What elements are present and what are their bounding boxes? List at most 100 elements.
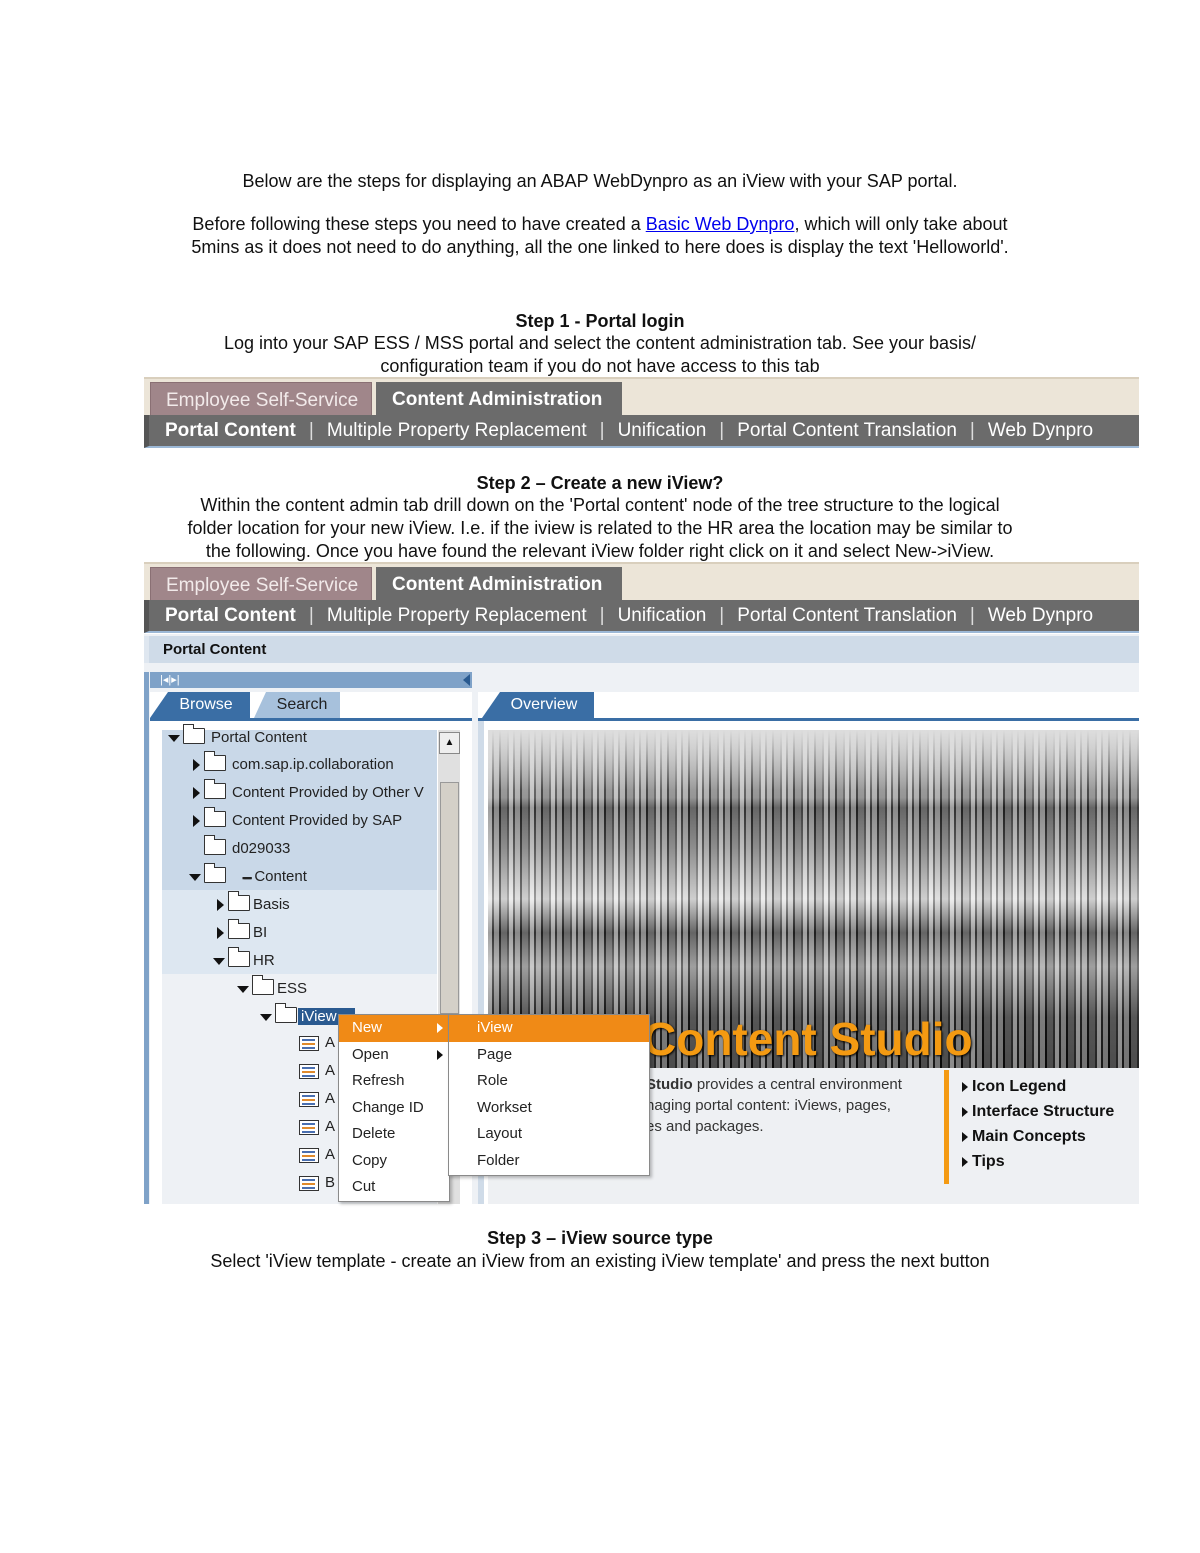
expanded-icon [260, 1013, 272, 1021]
tab-browse[interactable]: Browse [150, 692, 250, 718]
nav-unification[interactable]: Unification [618, 605, 707, 626]
tab-employee-self-service[interactable]: Employee Self-Service [150, 567, 372, 602]
collapsed-icon [193, 759, 200, 772]
submenu-item-folder[interactable]: Folder [449, 1148, 649, 1175]
tree-node[interactable]: Content Provided by Other V [193, 779, 436, 807]
scroll-thumb[interactable] [440, 782, 459, 1014]
nav-portal-content-translation[interactable]: Portal Content Translation [737, 605, 957, 626]
folder-icon [228, 919, 250, 940]
tab-employee-self-service[interactable]: Employee Self-Service [150, 382, 372, 417]
new-submenu: iView Page Role Workset Layout Folder [448, 1014, 650, 1176]
left-edge [144, 672, 149, 1204]
nav-portal-content[interactable]: Portal Content [165, 420, 296, 441]
nav-portal-content[interactable]: Portal Content [165, 605, 296, 626]
collapsed-icon [193, 787, 200, 800]
tab-content-administration[interactable]: Content Administration [376, 567, 622, 602]
nav-arrows-icon[interactable]: |◂|▸| [160, 674, 180, 686]
tree-item[interactable]: A [299, 1085, 335, 1113]
tree-node-portal-content[interactable]: Portal Content [168, 724, 307, 752]
scroll-up-icon[interactable]: ▲ [439, 732, 460, 754]
nav-web-dynpro[interactable]: Web Dynpro [988, 605, 1093, 626]
tree-node[interactable]: Basis [217, 891, 290, 919]
link-main-concepts[interactable]: Main Concepts [962, 1124, 1114, 1149]
folder-icon [252, 975, 274, 996]
description-line: es and packages. [646, 1118, 764, 1135]
description: Studio provides a central environment na… [646, 1074, 902, 1137]
tree-item[interactable]: A [299, 1057, 335, 1085]
nav-multiple-property-replacement[interactable]: Multiple Property Replacement [327, 420, 587, 441]
webdynpro-iview-icon [299, 1147, 319, 1163]
nav-web-dynpro[interactable]: Web Dynpro [988, 420, 1093, 441]
submenu-arrow-icon [437, 1023, 443, 1033]
separator: | [969, 605, 975, 626]
tree-item[interactable]: A [299, 1141, 335, 1169]
document-page: Below are the steps for displaying an AB… [0, 0, 1200, 1553]
link-tips[interactable]: Tips [962, 1149, 1114, 1174]
step3-text: Select 'iView template - create an iView… [210, 1251, 990, 1271]
top-tab-bar: Employee Self-Service Content Administra… [144, 562, 1139, 602]
submenu-item-page[interactable]: Page [449, 1042, 649, 1069]
collapsed-icon [217, 927, 224, 940]
tree-node[interactable]: Content Provided by SAP [193, 807, 402, 835]
folder-icon [204, 807, 226, 828]
tree-node[interactable]: d029033 [204, 835, 290, 863]
tree-label: A [325, 1062, 336, 1079]
menu-item-refresh[interactable]: Refresh [339, 1068, 449, 1095]
menu-item-delete[interactable]: Delete [339, 1121, 449, 1148]
nav-unification[interactable]: Unification [618, 420, 707, 441]
tree-node[interactable]: com.sap.ip.collaboration [193, 751, 394, 779]
menu-item-copy[interactable]: Copy [339, 1148, 449, 1175]
nav-portal-content-translation[interactable]: Portal Content Translation [737, 420, 957, 441]
tree-item[interactable]: B [299, 1169, 335, 1197]
intro-line-1: Below are the steps for displaying an AB… [242, 171, 958, 191]
navigation-strip[interactable]: |◂|▸| [150, 672, 472, 688]
menu-label: Open [352, 1045, 389, 1063]
tab-content-administration[interactable]: Content Administration [376, 382, 622, 417]
separator: | [599, 420, 605, 441]
tree-node[interactable]: ▪▪▪▪▪▪▪ Content [189, 863, 307, 891]
separator: | [719, 420, 725, 441]
arrow-icon [962, 1106, 968, 1117]
sub-nav: Portal Content | Multiple Property Replace… [144, 415, 1139, 448]
banner-title: Content Studio [643, 1013, 973, 1065]
menu-item-open[interactable]: Open [339, 1042, 449, 1069]
tree-node[interactable]: HR [213, 947, 275, 975]
basic-web-dynpro-link[interactable]: Basic Web Dynpro [646, 214, 795, 234]
menu-item-new[interactable]: New [339, 1015, 449, 1042]
link-interface-structure[interactable]: Interface Structure [962, 1099, 1114, 1124]
tree-item[interactable]: A [299, 1113, 335, 1141]
folder-icon [228, 947, 250, 968]
tree-label: B [325, 1174, 336, 1191]
collapse-icon[interactable] [463, 674, 470, 686]
link-icon-legend[interactable]: Icon Legend [962, 1074, 1114, 1099]
separator: | [599, 605, 605, 626]
tree-node[interactable]: BI [217, 919, 267, 947]
nav-multiple-property-replacement[interactable]: Multiple Property Replacement [327, 605, 587, 626]
tab-overview[interactable]: Overview [482, 692, 594, 718]
submenu-item-role[interactable]: Role [449, 1068, 649, 1095]
submenu-item-iview[interactable]: iView [449, 1015, 649, 1042]
tree-node[interactable]: ESS [237, 975, 307, 1003]
step1-text: Log into your SAP ESS / MSS portal and s… [223, 333, 977, 353]
masked-text: ▪▪▪▪▪▪▪ [242, 873, 252, 883]
accent-divider [944, 1070, 949, 1184]
context-menu: New Open Refresh Change ID Delete Copy C… [338, 1014, 450, 1202]
intro-line-3: 5mins as it does not need to do anything… [191, 237, 1009, 257]
submenu-item-layout[interactable]: Layout [449, 1121, 649, 1148]
tab-search[interactable]: Search [254, 692, 340, 718]
link-label: Main Concepts [972, 1128, 1086, 1145]
folder-icon [183, 724, 205, 745]
tree-label: A [325, 1090, 336, 1107]
tree-label: A [325, 1118, 336, 1135]
intro-text: , which will only take about [794, 214, 1008, 234]
submenu-item-workset[interactable]: Workset [449, 1095, 649, 1122]
menu-item-change-id[interactable]: Change ID [339, 1095, 449, 1122]
tree-label: HR [253, 952, 275, 969]
webdynpro-iview-icon [299, 1175, 319, 1191]
arrow-icon [962, 1081, 968, 1092]
step3-title: Step 3 – iView source type [487, 1228, 713, 1248]
portal-header-2: Employee Self-Service Content Administra… [144, 562, 1139, 634]
separator: | [308, 605, 314, 626]
menu-item-cut[interactable]: Cut [339, 1174, 449, 1201]
tree-item[interactable]: A [299, 1029, 335, 1057]
